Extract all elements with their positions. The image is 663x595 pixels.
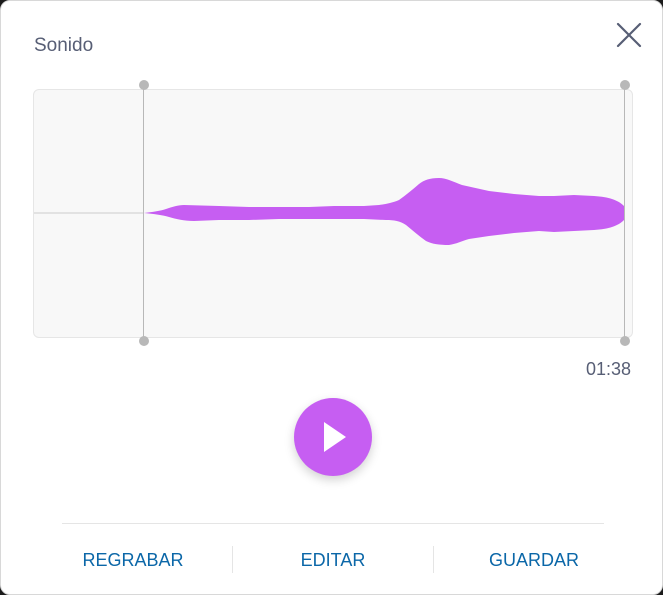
trim-end-handle-bottom[interactable] [620, 336, 630, 346]
trim-start-handle-bottom[interactable] [139, 336, 149, 346]
trim-end-line[interactable] [624, 84, 625, 341]
sound-duration: 01:38 [585, 359, 631, 379]
waveform [34, 178, 624, 245]
play-icon [324, 422, 346, 452]
trim-start-handle-top[interactable] [139, 80, 149, 90]
trim-start-line[interactable] [143, 84, 144, 341]
rerecord-button[interactable]: REGRABAR [63, 549, 203, 571]
edit-button[interactable]: EDITAR [263, 549, 403, 571]
save-button[interactable]: GUARDAR [464, 549, 604, 571]
dialog-title: Sonido [34, 35, 94, 56]
action-separator-1 [232, 546, 233, 573]
footer-divider [62, 523, 604, 524]
close-button[interactable] [613, 19, 645, 51]
close-icon [616, 22, 642, 48]
sound-dialog: Sonido 01:38 REGRABAR EDITAR GUARDAR [0, 0, 663, 595]
action-separator-2 [433, 546, 434, 573]
waveform-panel[interactable] [33, 80, 633, 346]
play-button[interactable] [294, 398, 372, 476]
waveform-shape [144, 178, 624, 245]
trim-end-handle-top[interactable] [620, 80, 630, 90]
